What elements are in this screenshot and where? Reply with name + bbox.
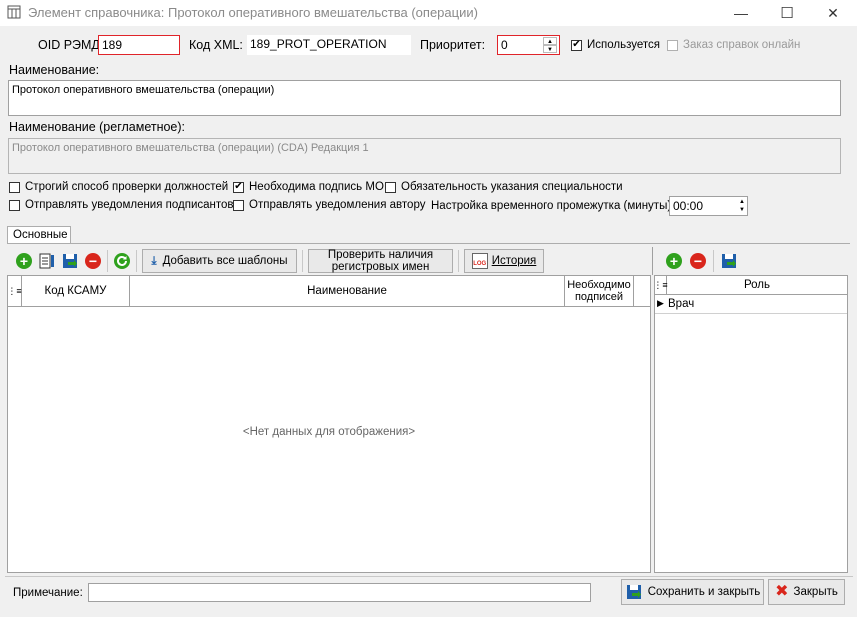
title-bar: Элемент справочника: Протокол оперативно…: [0, 0, 857, 26]
tab-main[interactable]: Основные: [7, 226, 71, 244]
add-icon[interactable]: +: [15, 252, 33, 270]
templates-grid-header: ⋮≡ Код КСАМУ Наименование Необходимо под…: [7, 276, 650, 307]
column-chooser-icon[interactable]: ⋮≡: [653, 276, 668, 294]
toolbar-separator: [107, 250, 108, 272]
priority-value: 0: [501, 38, 508, 52]
time-interval-label: Настройка временного промежутка (минуты)…: [431, 200, 675, 212]
edit-list-icon[interactable]: [38, 252, 56, 270]
add-all-templates-label: Добавить все шаблоны: [162, 255, 288, 267]
spin-down-icon[interactable]: ▼: [739, 206, 745, 214]
table-row[interactable]: ▶ Врач: [655, 295, 847, 314]
tab-divider: [7, 243, 850, 244]
check-reg-names-button[interactable]: Проверить наличия регистровых имен: [308, 249, 453, 273]
close-icon: ✖: [775, 583, 789, 600]
online-order-checkbox[interactable]: Заказ справок онлайн: [667, 39, 800, 51]
footer-divider: [5, 576, 853, 577]
need-sign-mo-checkbox[interactable]: ✔ Необходима подпись МО: [233, 181, 384, 193]
log-icon: LOG: [471, 253, 488, 269]
download-icon: ⤓: [151, 255, 157, 267]
name-label: Наименование:: [9, 63, 100, 77]
check-icon: ✔: [571, 39, 582, 51]
notify-author-label: Отправлять уведомления автору: [249, 199, 426, 211]
check-icon: ✔: [233, 181, 244, 193]
used-label: Используется: [587, 39, 660, 51]
online-order-label: Заказ справок онлайн: [683, 39, 801, 51]
notify-signers-checkbox[interactable]: Отправлять уведомления подписантов: [9, 199, 234, 211]
templates-grid: ⋮≡ Код КСАМУ Наименование Необходимо под…: [7, 275, 651, 573]
checkbox-box: [667, 39, 678, 51]
note-input[interactable]: [88, 583, 591, 602]
notify-signers-label: Отправлять уведомления подписантов: [25, 199, 234, 211]
role-cell: Врач: [668, 298, 695, 310]
empty-grid-message: <Нет данных для отображения>: [242, 426, 416, 438]
checkbox-box: [9, 199, 20, 211]
time-interval-value: 00:00: [673, 199, 704, 213]
toolbar-separator: [136, 250, 137, 272]
save-role-icon[interactable]: [720, 252, 738, 270]
reg-name-label: Наименование (регламетное):: [9, 120, 186, 134]
specialty-required-label: Обязательность указания специальности: [401, 181, 623, 193]
column-chooser-icon[interactable]: ⋮≡: [7, 276, 22, 306]
left-toolbar: + − ⤓ Добавить все шаблоны Проверить нал…: [7, 247, 647, 275]
close-button[interactable]: ✖ Закрыть: [768, 579, 845, 605]
notify-author-checkbox[interactable]: Отправлять уведомления автору: [233, 199, 425, 211]
minimize-button[interactable]: —: [718, 0, 764, 26]
spin-up-icon[interactable]: ▲: [739, 198, 745, 206]
spin-up-icon[interactable]: ▲: [543, 37, 557, 45]
spin-down-icon[interactable]: ▼: [543, 45, 557, 53]
strict-check-label: Строгий способ проверки должностей: [25, 181, 229, 193]
maximize-button[interactable]: ☐: [764, 0, 810, 26]
priority-label: Приоритет:: [420, 38, 486, 52]
window-icon: [7, 5, 21, 22]
used-checkbox[interactable]: ✔ Используется: [571, 39, 660, 51]
refresh-icon[interactable]: [113, 252, 131, 270]
save-icon: [625, 583, 643, 601]
col-code-header[interactable]: Код КСАМУ: [22, 276, 130, 306]
checkbox-box: [233, 199, 244, 211]
delete-icon[interactable]: −: [84, 252, 102, 270]
time-interval-spinner[interactable]: 00:00 ▲ ▼: [669, 196, 748, 216]
priority-spinner[interactable]: 0 ▲ ▼: [497, 35, 560, 55]
checkbox-box: [9, 181, 20, 193]
window-title: Элемент справочника: Протокол оперативно…: [28, 5, 478, 20]
col-role-header[interactable]: Роль: [667, 276, 847, 294]
xml-code-input[interactable]: 189_PROT_OPERATION: [247, 35, 411, 55]
col-name-header[interactable]: Наименование: [130, 276, 565, 306]
save-close-label: Сохранить и закрыть: [647, 586, 761, 598]
history-button[interactable]: LOG История: [464, 249, 544, 273]
checkbox-box: [385, 181, 396, 193]
row-pointer-icon: ▶: [657, 298, 664, 308]
add-role-icon[interactable]: +: [665, 252, 683, 270]
specialty-required-checkbox[interactable]: Обязательность указания специальности: [385, 181, 623, 193]
toolbar-separator: [458, 250, 459, 272]
save-icon[interactable]: [61, 252, 79, 270]
xml-code-label: Код XML:: [189, 38, 243, 52]
strict-check-checkbox[interactable]: Строгий способ проверки должностей: [9, 181, 228, 193]
save-close-button[interactable]: Сохранить и закрыть: [621, 579, 764, 605]
add-all-templates-button[interactable]: ⤓ Добавить все шаблоны: [142, 249, 297, 273]
close-window-button[interactable]: ✕: [810, 0, 856, 26]
need-sign-mo-label: Необходима подпись МО: [249, 181, 384, 193]
toolbar-separator: [302, 250, 303, 272]
right-toolbar: + −: [652, 247, 848, 275]
close-label: Закрыть: [793, 586, 838, 598]
oid-input[interactable]: 189: [98, 35, 180, 55]
delete-role-icon[interactable]: −: [689, 252, 707, 270]
roles-grid-header: ⋮≡ Роль: [653, 276, 847, 295]
note-label: Примечание:: [13, 587, 83, 599]
history-label: История: [491, 255, 537, 267]
oid-label: OID РЭМД:: [38, 38, 104, 52]
name-textarea[interactable]: Протокол оперативного вмешательства (опе…: [8, 80, 841, 116]
col-signs-header[interactable]: Необходимо подписей: [565, 276, 634, 306]
toolbar-separator: [713, 250, 714, 272]
reg-name-textarea: Протокол оперативного вмешательства (опе…: [8, 138, 841, 174]
roles-grid: ⋮≡ Роль ▶ Врач: [653, 275, 848, 573]
